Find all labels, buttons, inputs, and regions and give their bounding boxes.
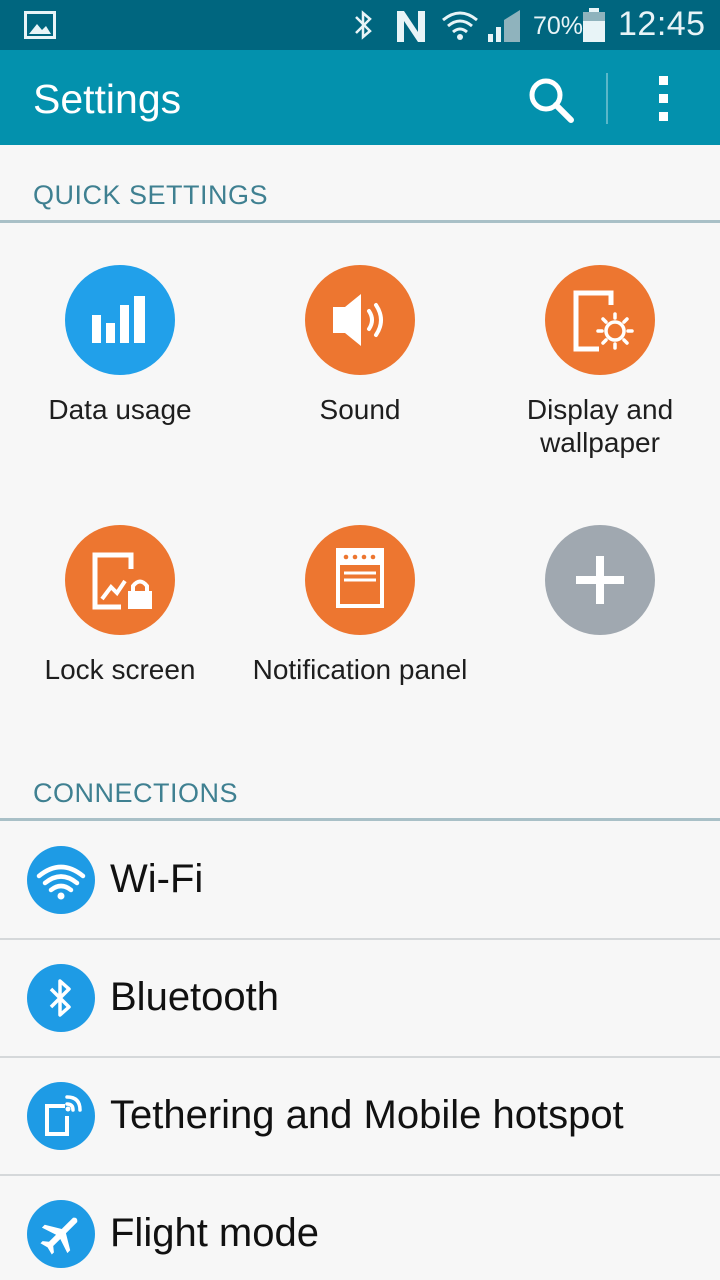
sound-icon bbox=[305, 265, 415, 375]
battery-percentage: 70% bbox=[533, 12, 584, 40]
list-item-bluetooth[interactable]: Bluetooth bbox=[0, 939, 720, 1057]
list-item-tethering[interactable]: Tethering and Mobile hotspot bbox=[0, 1057, 720, 1175]
list-item-flight-mode[interactable]: Flight mode bbox=[0, 1175, 720, 1280]
section-divider bbox=[0, 220, 720, 223]
bluetooth-icon bbox=[27, 964, 95, 1032]
tile-lock-screen[interactable]: Lock screen bbox=[0, 525, 240, 686]
airplane-icon bbox=[27, 1200, 95, 1268]
list-item-label: Bluetooth bbox=[110, 975, 280, 1019]
status-bar: 70% 12:45 bbox=[0, 0, 720, 50]
more-vertical-icon[interactable] bbox=[654, 74, 674, 124]
lock-screen-icon bbox=[65, 525, 175, 635]
tile-label: Data usage bbox=[48, 394, 192, 425]
tile-sound[interactable]: Sound bbox=[240, 265, 480, 426]
tile-label: Notification panel bbox=[252, 654, 468, 685]
page-title: Settings bbox=[33, 76, 182, 122]
quick-settings-header: QUICK SETTINGS bbox=[33, 180, 269, 210]
tile-display-and-wallpaper[interactable]: Display and wallpaper bbox=[480, 265, 720, 459]
action-bar-divider bbox=[606, 73, 608, 124]
action-bar: Settings bbox=[0, 50, 720, 145]
list-item-wifi[interactable]: Wi-Fi bbox=[0, 821, 720, 939]
battery-icon bbox=[583, 8, 605, 42]
bluetooth-icon bbox=[355, 10, 372, 40]
notification-panel-icon bbox=[305, 525, 415, 635]
display-icon bbox=[545, 265, 655, 375]
picture-icon bbox=[24, 11, 56, 39]
signal-icon bbox=[488, 10, 520, 42]
tile-data-usage[interactable]: Data usage bbox=[0, 265, 240, 426]
hotspot-icon bbox=[27, 1082, 95, 1150]
list-item-label: Wi-Fi bbox=[110, 857, 204, 901]
clock: 12:45 bbox=[618, 5, 706, 43]
wifi-icon bbox=[27, 846, 95, 914]
tile-add[interactable] bbox=[480, 525, 720, 635]
wifi-icon bbox=[442, 11, 478, 40]
connections-header: CONNECTIONS bbox=[33, 778, 239, 808]
tile-label: Display and wallpaper bbox=[526, 394, 674, 458]
data-usage-icon bbox=[65, 265, 175, 375]
add-icon bbox=[545, 525, 655, 635]
tile-notification-panel[interactable]: Notification panel bbox=[240, 525, 480, 686]
nfc-icon bbox=[397, 11, 425, 42]
tile-label: Sound bbox=[319, 394, 401, 425]
search-icon[interactable] bbox=[526, 75, 576, 125]
list-item-label: Flight mode bbox=[110, 1211, 319, 1255]
tile-label: Lock screen bbox=[44, 654, 196, 685]
list-item-label: Tethering and Mobile hotspot bbox=[110, 1093, 624, 1137]
